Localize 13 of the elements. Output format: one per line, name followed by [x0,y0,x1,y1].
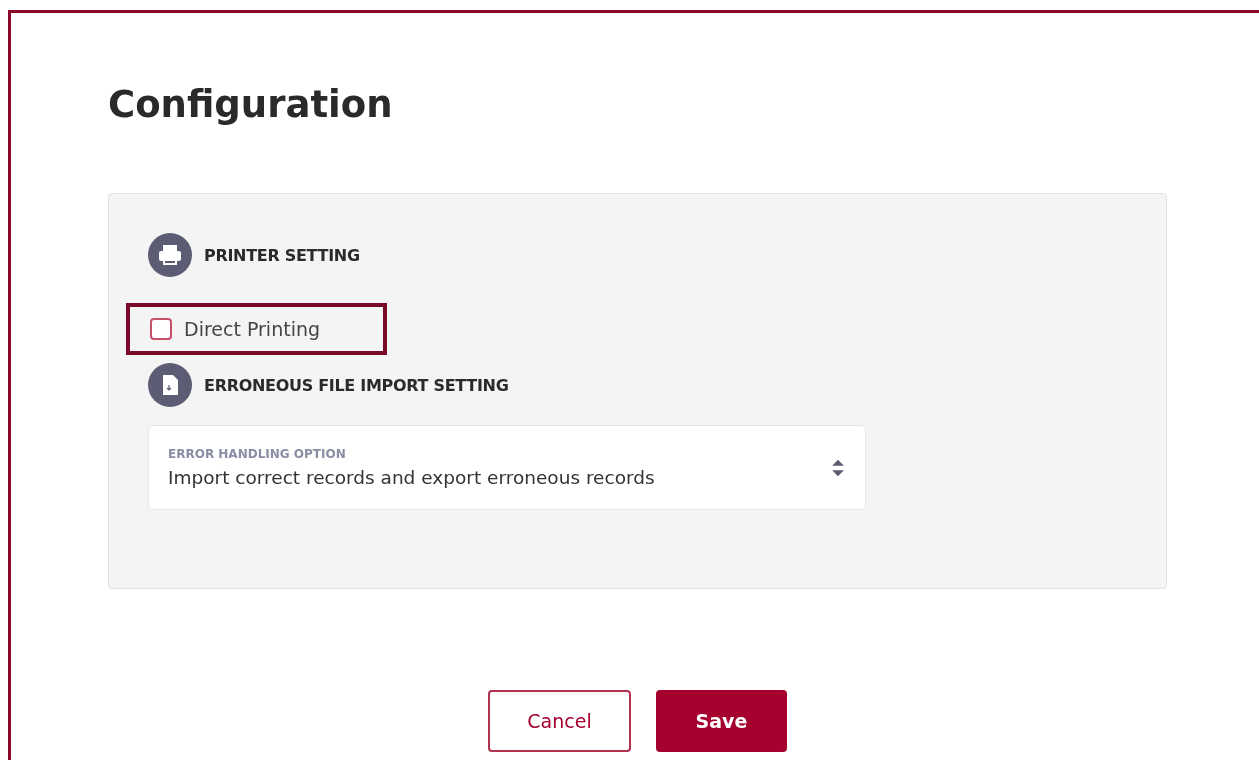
sort-icon [831,457,845,478]
section-heading: ERRONEOUS FILE IMPORT SETTING [204,375,509,395]
section-heading: PRINTER SETTING [204,245,360,265]
field-value: Import correct records and export erroneous records [168,467,656,488]
printer-icon [148,233,192,277]
save-button[interactable]: Save [656,690,787,752]
page-title: Configuration [108,83,394,127]
cancel-button[interactable]: Cancel [488,690,631,752]
select-field[interactable]: ERROR HANDLING OPTION Import correct records and export erroneous records [148,425,866,510]
checkbox-label[interactable]: Direct Printing [184,318,320,340]
checkbox[interactable] [150,318,172,340]
file-icon [148,363,192,407]
field-label: ERROR HANDLING OPTION [168,447,347,461]
